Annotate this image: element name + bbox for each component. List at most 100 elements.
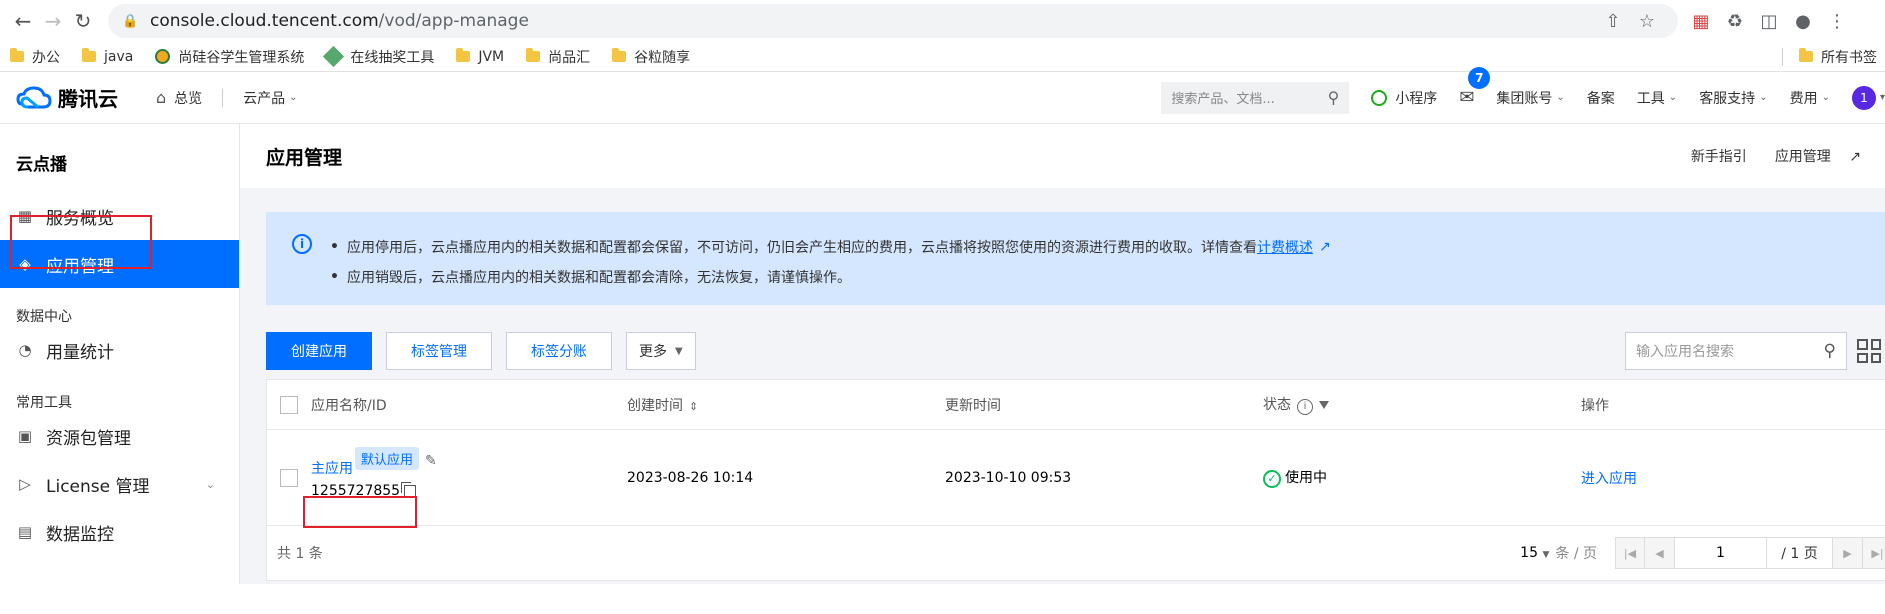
app-name-cell: 主应用 默认应用 ✎ 1255727855	[303, 447, 627, 528]
tools-menu[interactable]: 工具 ⌄	[1637, 88, 1677, 108]
toolbar: 创建应用 标签管理 标签分账 更多 ▼ 输入应用名搜索 ⚲	[266, 331, 1885, 371]
billing-menu[interactable]: 费用 ⌄	[1790, 88, 1830, 108]
puzzle-icon[interactable]: ♻	[1718, 4, 1752, 38]
info-icon[interactable]: i	[1297, 398, 1313, 415]
filter-icon[interactable]	[1319, 401, 1329, 410]
forward-icon[interactable]: →	[38, 6, 68, 36]
external-link-icon[interactable]: ↗	[1319, 239, 1331, 255]
sidebar-item-usage[interactable]: ◔ 用量统计	[0, 326, 239, 374]
page-size-select[interactable]: 15 ▼	[1520, 545, 1549, 561]
address-bar[interactable]: 🔒 console.cloud.tencent.com/vod/app-mana…	[108, 4, 1678, 38]
support-menu[interactable]: 客服支持 ⌄	[1699, 88, 1767, 108]
page-input[interactable]: 1	[1675, 537, 1767, 569]
profile-icon[interactable]: ●	[1786, 4, 1820, 38]
sort-icon[interactable]: ⇕	[689, 400, 698, 413]
url-text[interactable]: console.cloud.tencent.com/vod/app-manage	[150, 11, 1596, 31]
brand-name: 腾讯云	[58, 87, 118, 111]
chevron-down-icon: ⌄	[1821, 92, 1830, 103]
star-icon[interactable]: ☆	[1630, 11, 1664, 32]
col-name: 应用名称/ID	[311, 397, 387, 414]
account-menu[interactable]: 1 ▾	[1851, 85, 1885, 110]
chevron-down-icon: ⌄	[1556, 92, 1565, 103]
sidebar-item-license[interactable]: ▷ License 管理 ⌄	[0, 460, 239, 508]
sidebar: 云点播 ▦ 服务概览 ◈ 应用管理 数据中心 ◔ 用量统计 常用工具 ▣ 资源包…	[0, 124, 240, 584]
beian-link[interactable]: 备案	[1587, 88, 1615, 108]
select-all-checkbox[interactable]	[280, 395, 298, 414]
external-link-icon: ↗	[1849, 149, 1861, 165]
mail-button[interactable]: ✉ 7	[1459, 67, 1491, 108]
prev-page-button[interactable]: ◀	[1645, 537, 1675, 569]
col-status: 状态 i	[1263, 394, 1581, 415]
logo[interactable]: 腾讯云	[16, 83, 138, 112]
sidepanel-icon[interactable]: ◫	[1752, 4, 1786, 38]
bookmarks-bar: 办公 java 尚硅谷学生管理系统 在线抽奖工具 JVM 尚品汇 谷粒随享 所有…	[0, 42, 1885, 72]
bookmark-item[interactable]: 尚品汇	[526, 47, 590, 67]
products-menu[interactable]: 云产品 ⌄	[243, 88, 297, 108]
sidebar-group-tools: 常用工具	[16, 395, 72, 411]
first-page-button[interactable]: |◀	[1615, 537, 1645, 569]
search-icon[interactable]: ⚲	[1824, 341, 1836, 361]
extension-icon[interactable]: ▦	[1684, 4, 1718, 38]
all-bookmarks[interactable]: 所有书签	[1799, 47, 1877, 67]
overview-link[interactable]: ⌂ 总览	[156, 88, 202, 108]
highlight-box-app-manage	[10, 215, 152, 269]
header-search-input[interactable]: 搜索产品、文档... ⚲	[1161, 81, 1350, 114]
sidebar-item-resource-pkg[interactable]: ▣ 资源包管理	[0, 412, 239, 460]
create-app-button[interactable]: 创建应用	[266, 332, 372, 370]
chevron-down-icon: ▾	[1879, 92, 1885, 103]
home-icon: ⌂	[156, 88, 167, 107]
group-account-menu[interactable]: 集团账号 ⌄	[1496, 88, 1564, 108]
more-dropdown[interactable]: 更多 ▼	[626, 332, 696, 370]
menu-icon[interactable]: ⋮	[1820, 4, 1854, 38]
sidebar-group-data: 数据中心	[16, 309, 72, 325]
search-icon[interactable]: ⚲	[1328, 88, 1340, 107]
app-table: 应用名称/ID 创建时间 ⇕ 更新时间 状态 i 操作 主应用 默认应用 ✎ 125…	[266, 379, 1885, 581]
main-content: 应用管理 新手指引 应用管理 ↗ i 应用停用后，云点播应用内的相关数据和配置都…	[240, 124, 1885, 584]
reload-icon[interactable]: ↻	[68, 6, 98, 36]
bookmark-item[interactable]: 谷粒随享	[612, 47, 690, 67]
col-created[interactable]: 创建时间 ⇕	[627, 395, 945, 415]
avatar: 1	[1851, 85, 1876, 110]
billing-overview-link[interactable]: 计费概述	[1257, 237, 1313, 257]
tag-split-button[interactable]: 标签分账	[506, 332, 612, 370]
page-title: 应用管理	[266, 146, 343, 169]
share-icon[interactable]: ⇧	[1596, 11, 1630, 32]
app-search-input[interactable]: 输入应用名搜索 ⚲	[1625, 332, 1847, 370]
check-circle-icon: ✓	[1263, 469, 1281, 488]
next-page-button[interactable]: ▶	[1833, 537, 1863, 569]
notice-banner: i 应用停用后，云点播应用内的相关数据和配置都会保留，不可访问，仍旧会产生相应的…	[266, 212, 1885, 305]
folder-icon	[1799, 48, 1813, 62]
package-icon: ▣	[17, 427, 33, 445]
app-name-link[interactable]: 主应用	[311, 458, 353, 478]
table-row: 主应用 默认应用 ✎ 1255727855 2023-08-26 10:14 2…	[267, 430, 1885, 528]
mini-program-link[interactable]: 小程序	[1371, 88, 1437, 108]
bookmark-item[interactable]: 在线抽奖工具	[323, 45, 434, 68]
bookmark-item[interactable]: 办公	[10, 47, 60, 67]
tag-manage-button[interactable]: 标签管理	[386, 332, 492, 370]
view-toggle-icon[interactable]	[1857, 339, 1881, 363]
bookmark-item[interactable]: java	[82, 48, 133, 65]
monitor-icon: ▤	[17, 523, 33, 541]
guide-link[interactable]: 新手指引	[1691, 146, 1747, 166]
sidebar-item-monitor[interactable]: ▤ 数据监控	[0, 508, 239, 556]
doc-link[interactable]: 应用管理 ↗	[1761, 146, 1861, 166]
divider	[222, 88, 224, 107]
total-count: 共 1 条	[277, 546, 323, 562]
caret-down-icon: ▼	[1542, 550, 1550, 560]
per-page-label: 条 / 页	[1555, 546, 1597, 562]
total-pages: / 1 页	[1767, 537, 1833, 569]
updated-time: 2023-10-10 09:53	[945, 469, 1072, 486]
site-icon	[323, 45, 345, 68]
play-circle-icon: ▷	[19, 475, 31, 493]
row-checkbox[interactable]	[280, 468, 298, 487]
edit-icon[interactable]: ✎	[425, 453, 437, 469]
last-page-button[interactable]: ▶|	[1863, 537, 1885, 569]
enter-app-link[interactable]: 进入应用	[1581, 471, 1637, 487]
default-app-tag: 默认应用	[355, 447, 420, 470]
highlight-box-app-id	[303, 496, 417, 528]
bookmark-item[interactable]: 尚硅谷学生管理系统	[155, 47, 304, 67]
caret-down-icon: ▼	[675, 345, 683, 357]
bookmark-item[interactable]: JVM	[456, 48, 504, 65]
folder-icon	[612, 48, 627, 62]
back-icon[interactable]: ←	[8, 6, 38, 36]
